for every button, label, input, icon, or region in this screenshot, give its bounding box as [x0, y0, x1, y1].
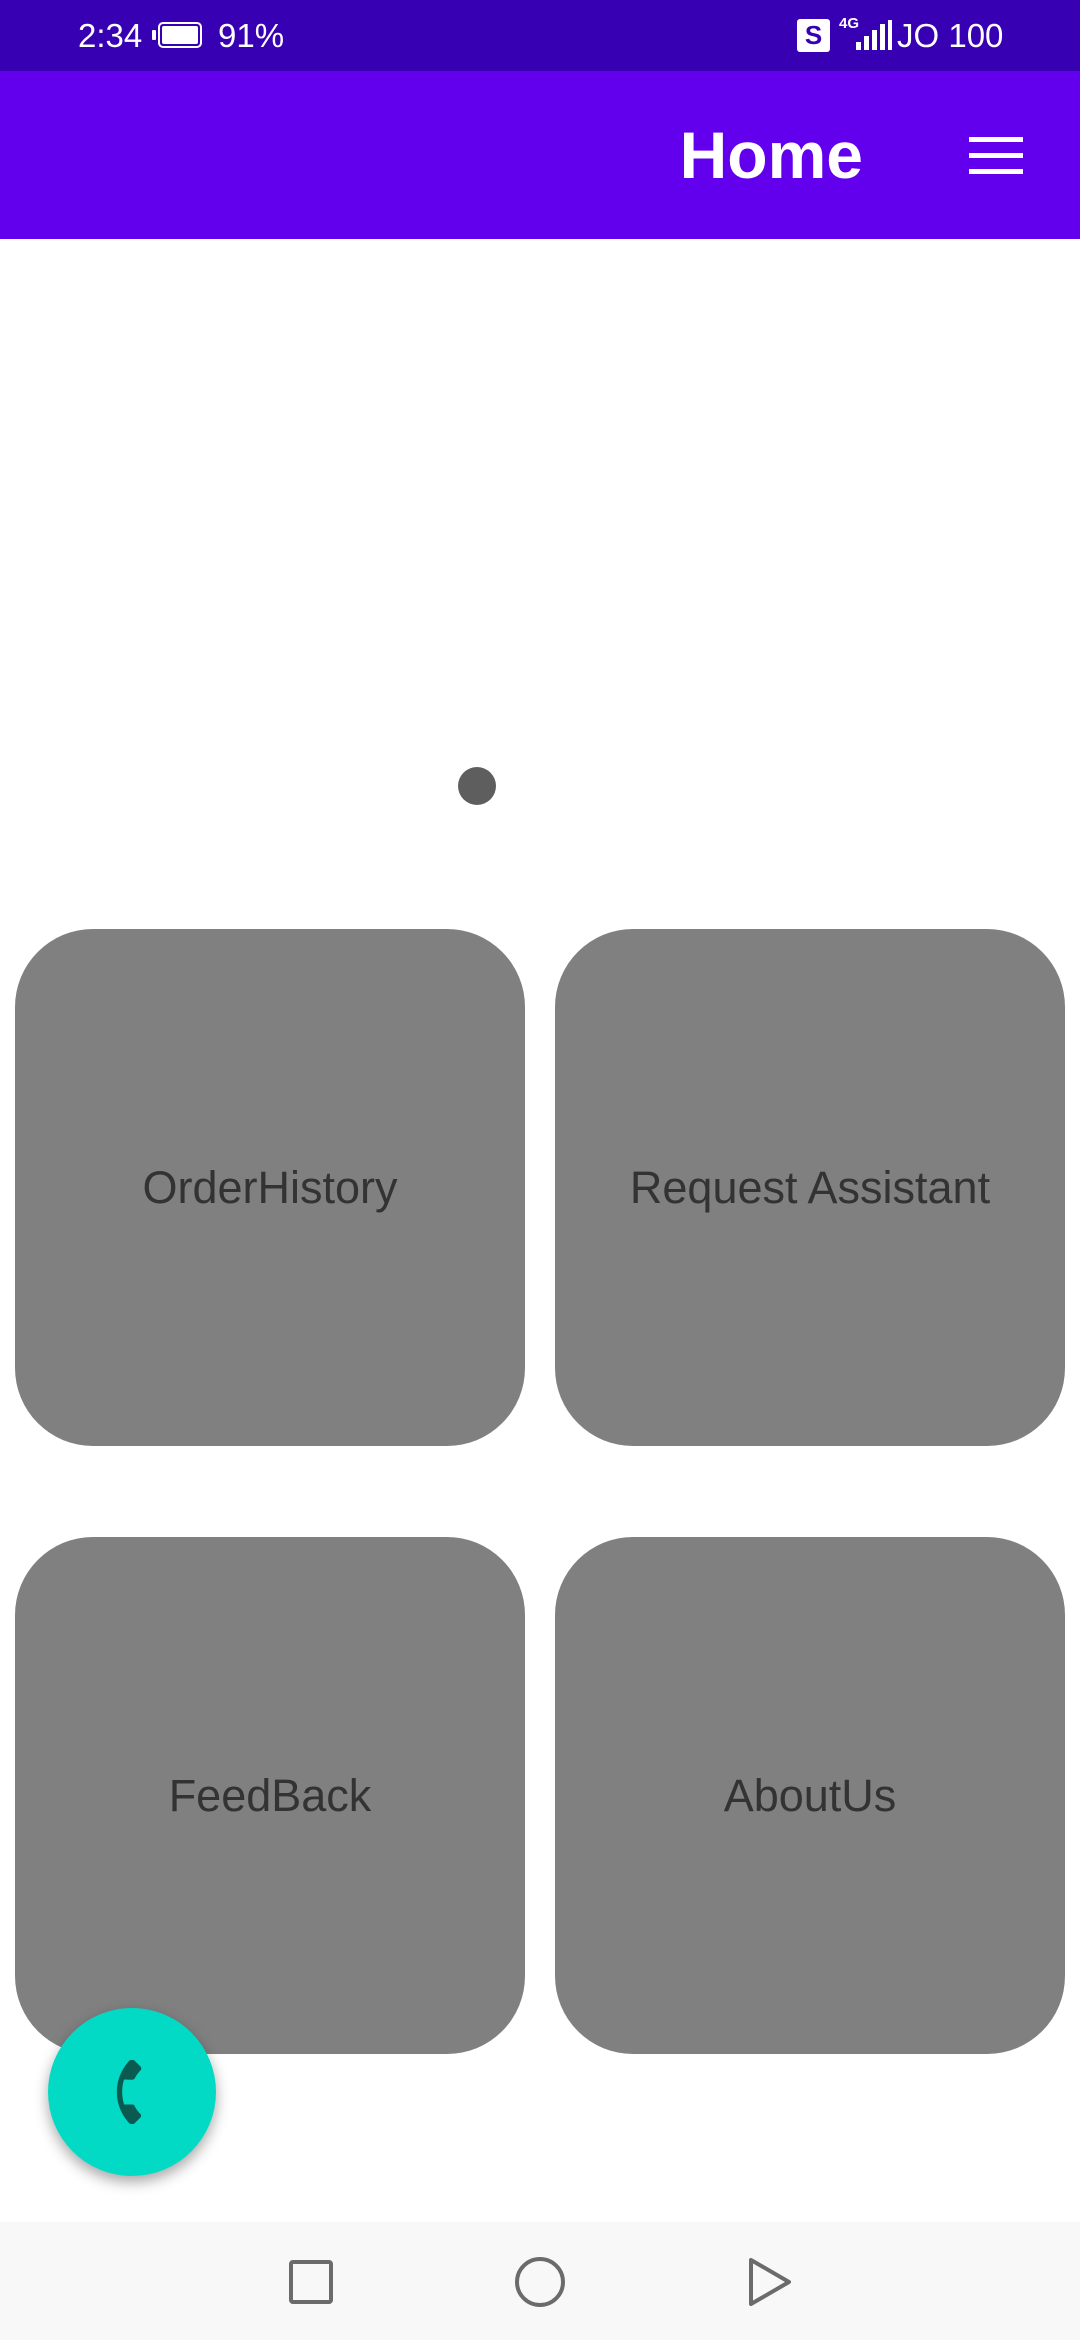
carrier-name: JO 100: [897, 17, 1004, 54]
slider-indicator-dot[interactable]: [458, 767, 496, 805]
about-us-label: AboutUs: [723, 1769, 897, 1821]
circle-home-icon[interactable]: [510, 2252, 570, 2312]
feedback-label: FeedBack: [168, 1769, 372, 1821]
order-history-label: OrderHistory: [142, 1161, 398, 1213]
battery-icon: [152, 22, 206, 50]
phone-icon: [116, 2060, 142, 2124]
sim-icon: S: [797, 19, 830, 52]
banner-slider[interactable]: [0, 239, 1080, 859]
triangle-back-icon[interactable]: [739, 2252, 799, 2312]
status-time: 2:34: [78, 17, 143, 54]
request-assistant-card[interactable]: Request Assistant: [555, 929, 1065, 1446]
request-assistant-label: Request Assistant: [629, 1161, 991, 1213]
status-bar: 2:34 91% S 4G JO 100: [0, 0, 1080, 71]
hamburger-menu-icon[interactable]: [966, 131, 1026, 181]
feedback-card[interactable]: FeedBack: [15, 1537, 525, 2054]
system-nav-bar: [0, 2222, 1080, 2340]
call-fab-button[interactable]: [48, 2008, 216, 2176]
app-bar: Home: [0, 71, 1080, 239]
page-title: Home: [679, 118, 863, 192]
about-us-card[interactable]: AboutUs: [555, 1537, 1065, 2054]
battery-percent: 91%: [218, 17, 285, 54]
signal-icon: [856, 20, 892, 50]
order-history-card[interactable]: OrderHistory: [15, 929, 525, 1446]
square-recents-icon[interactable]: [281, 2252, 341, 2312]
